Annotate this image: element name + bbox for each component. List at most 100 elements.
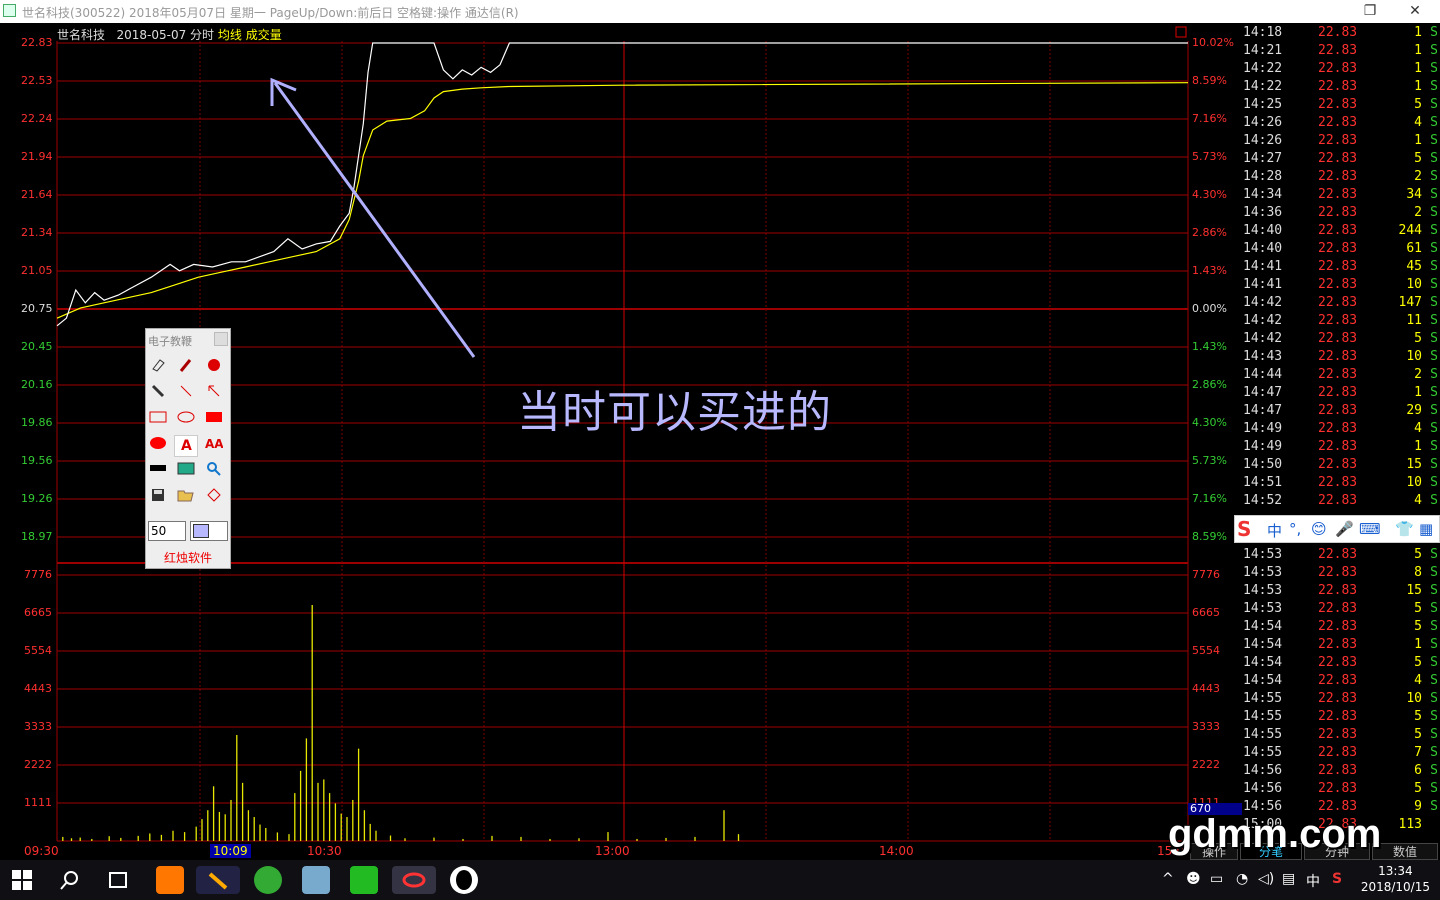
tick-row[interactable]: 14:55 22.83 10 S: [1240, 691, 1440, 709]
tick-row[interactable]: 14:28 22.83 2 S: [1240, 169, 1440, 187]
tick-row[interactable]: 14:55 22.83 5 S: [1240, 709, 1440, 727]
qq-icon[interactable]: [450, 866, 478, 894]
tick-row[interactable]: 14:42 22.83 147 S: [1240, 295, 1440, 313]
tick-row[interactable]: 14:54 22.83 1 S: [1240, 637, 1440, 655]
screen-icon[interactable]: [174, 461, 198, 483]
start-icon[interactable]: [10, 868, 38, 896]
tray-expand-icon[interactable]: ^: [1162, 871, 1174, 887]
tick-row[interactable]: 14:42 22.83 11 S: [1240, 313, 1440, 331]
text-icon[interactable]: A: [174, 435, 198, 457]
font-size-icon[interactable]: AA: [202, 435, 226, 457]
line-icon[interactable]: [174, 383, 198, 405]
tick-row[interactable]: 14:51 22.83 10 S: [1240, 475, 1440, 493]
tick-row[interactable]: 14:56 22.83 6 S: [1240, 763, 1440, 781]
tick-row[interactable]: 14:52 22.83 4 S: [1240, 493, 1440, 511]
mic-icon[interactable]: 🎤: [1335, 520, 1354, 538]
task-view-icon[interactable]: [106, 868, 134, 896]
svg-text:A: A: [181, 438, 192, 452]
clock[interactable]: 13:34 2018/10/15: [1361, 863, 1430, 895]
tick-row[interactable]: 14:53 22.83 5 S: [1240, 601, 1440, 619]
sogou-tray-icon[interactable]: S: [1332, 871, 1342, 887]
tick-row[interactable]: 14:56 22.83 5 S: [1240, 781, 1440, 799]
tick-row[interactable]: 14:55 22.83 7 S: [1240, 745, 1440, 763]
tick-row[interactable]: 14:26 22.83 4 S: [1240, 115, 1440, 133]
rectangle-icon[interactable]: [146, 409, 170, 431]
ime-mode[interactable]: 中: [1267, 520, 1282, 541]
tick-row[interactable]: 14:18 22.83 1 S: [1240, 25, 1440, 43]
tick-row[interactable]: 14:26 22.83 1 S: [1240, 133, 1440, 151]
ellipse-icon[interactable]: [174, 409, 198, 431]
tick-volume: 15: [1406, 583, 1422, 598]
tick-row[interactable]: 14:41 22.83 10 S: [1240, 277, 1440, 295]
close-button[interactable]: ✕: [1395, 2, 1435, 20]
tick-row[interactable]: 14:41 22.83 45 S: [1240, 259, 1440, 277]
pen-icon[interactable]: [174, 357, 198, 379]
highlighter-icon[interactable]: [202, 357, 226, 379]
tick-row[interactable]: 14:50 22.83 15 S: [1240, 457, 1440, 475]
price-tick-label: 19.86: [21, 416, 53, 429]
arrow-icon[interactable]: [202, 383, 226, 405]
sogou-logo-icon[interactable]: S: [1237, 517, 1251, 541]
tick-row[interactable]: 14:53 22.83 8 S: [1240, 565, 1440, 583]
app-orange-icon[interactable]: [156, 866, 184, 894]
app-torch-icon[interactable]: [196, 866, 240, 894]
skin-icon[interactable]: 👕: [1395, 520, 1414, 538]
tick-row[interactable]: 14:40 22.83 244 S: [1240, 223, 1440, 241]
tick-row[interactable]: 14:47 22.83 1 S: [1240, 385, 1440, 403]
tick-row[interactable]: 14:34 22.83 34 S: [1240, 187, 1440, 205]
size-select[interactable]: 50: [148, 521, 186, 541]
tick-row[interactable]: 14:25 22.83 5 S: [1240, 97, 1440, 115]
tick-row[interactable]: 14:36 22.83 2 S: [1240, 205, 1440, 223]
app-green-icon[interactable]: [254, 866, 282, 894]
search-icon[interactable]: [58, 868, 86, 896]
tick-row[interactable]: 14:47 22.83 29 S: [1240, 403, 1440, 421]
restore-button[interactable]: ❐: [1350, 2, 1390, 20]
tick-row[interactable]: 14:53 22.83 5 S: [1240, 547, 1440, 565]
toolbox-close-button[interactable]: [214, 332, 228, 346]
color-select[interactable]: [190, 521, 228, 541]
keyboard-icon[interactable]: ⌨: [1359, 520, 1381, 538]
filled-ellipse-icon[interactable]: [146, 435, 170, 457]
tray-app-icon[interactable]: ☻: [1186, 871, 1201, 887]
tick-row[interactable]: 14:54 22.83 5 S: [1240, 655, 1440, 673]
app-tdx-icon[interactable]: [392, 866, 436, 894]
tick-row[interactable]: 14:22 22.83 1 S: [1240, 79, 1440, 97]
tick-price: 22.83: [1318, 205, 1358, 220]
wechat-icon[interactable]: [350, 866, 378, 894]
battery-icon[interactable]: ▭: [1210, 871, 1223, 887]
pointer-toolbox[interactable]: 电子教鞭 A AA 50 红烛软件: [145, 328, 231, 569]
filled-rectangle-icon[interactable]: [202, 409, 226, 431]
eraser-icon[interactable]: [146, 357, 170, 379]
tick-list[interactable]: 14:18 22.83 1 S 14:21 22.83 1 S 14:22 22.83 1 S 14:2…: [1240, 23, 1440, 860]
tick-row[interactable]: 14:49 22.83 1 S: [1240, 439, 1440, 457]
black-bar-icon[interactable]: [146, 461, 170, 483]
save-icon[interactable]: [146, 487, 170, 509]
tick-row[interactable]: 14:44 22.83 2 S: [1240, 367, 1440, 385]
tick-row[interactable]: 14:54 22.83 5 S: [1240, 619, 1440, 637]
tab-values[interactable]: 数值: [1372, 843, 1438, 860]
tick-side: S: [1430, 493, 1438, 508]
tick-row[interactable]: 14:21 22.83 1 S: [1240, 43, 1440, 61]
tick-row[interactable]: 14:40 22.83 61 S: [1240, 241, 1440, 259]
notification-icon[interactable]: ▤: [1282, 871, 1295, 887]
tick-row[interactable]: 14:42 22.83 5 S: [1240, 331, 1440, 349]
toolbox-icon[interactable]: ▦: [1419, 520, 1433, 538]
ime-punct[interactable]: °,: [1289, 520, 1301, 538]
tick-row[interactable]: 14:22 22.83 1 S: [1240, 61, 1440, 79]
tick-row[interactable]: 14:49 22.83 4 S: [1240, 421, 1440, 439]
emoji-icon[interactable]: 😊: [1311, 520, 1327, 538]
tick-row[interactable]: 14:43 22.83 10 S: [1240, 349, 1440, 367]
volume-icon[interactable]: ◁): [1258, 871, 1274, 887]
diamond-icon[interactable]: [202, 487, 226, 509]
tick-row[interactable]: 14:53 22.83 15 S: [1240, 583, 1440, 601]
tick-row[interactable]: 14:27 22.83 5 S: [1240, 151, 1440, 169]
open-icon[interactable]: [174, 487, 198, 509]
tick-row[interactable]: 14:54 22.83 4 S: [1240, 673, 1440, 691]
tick-row[interactable]: 14:55 22.83 5 S: [1240, 727, 1440, 745]
wifi-icon[interactable]: ◔: [1236, 871, 1248, 887]
zoom-icon[interactable]: [202, 461, 226, 483]
app-notes-icon[interactable]: [302, 866, 330, 894]
ime-toolbar[interactable]: S 中 °, 😊 🎤 ⌨ 👕 ▦: [1234, 515, 1440, 543]
marker-icon[interactable]: [146, 383, 170, 405]
ime-mode-tray[interactable]: 中: [1306, 871, 1320, 891]
